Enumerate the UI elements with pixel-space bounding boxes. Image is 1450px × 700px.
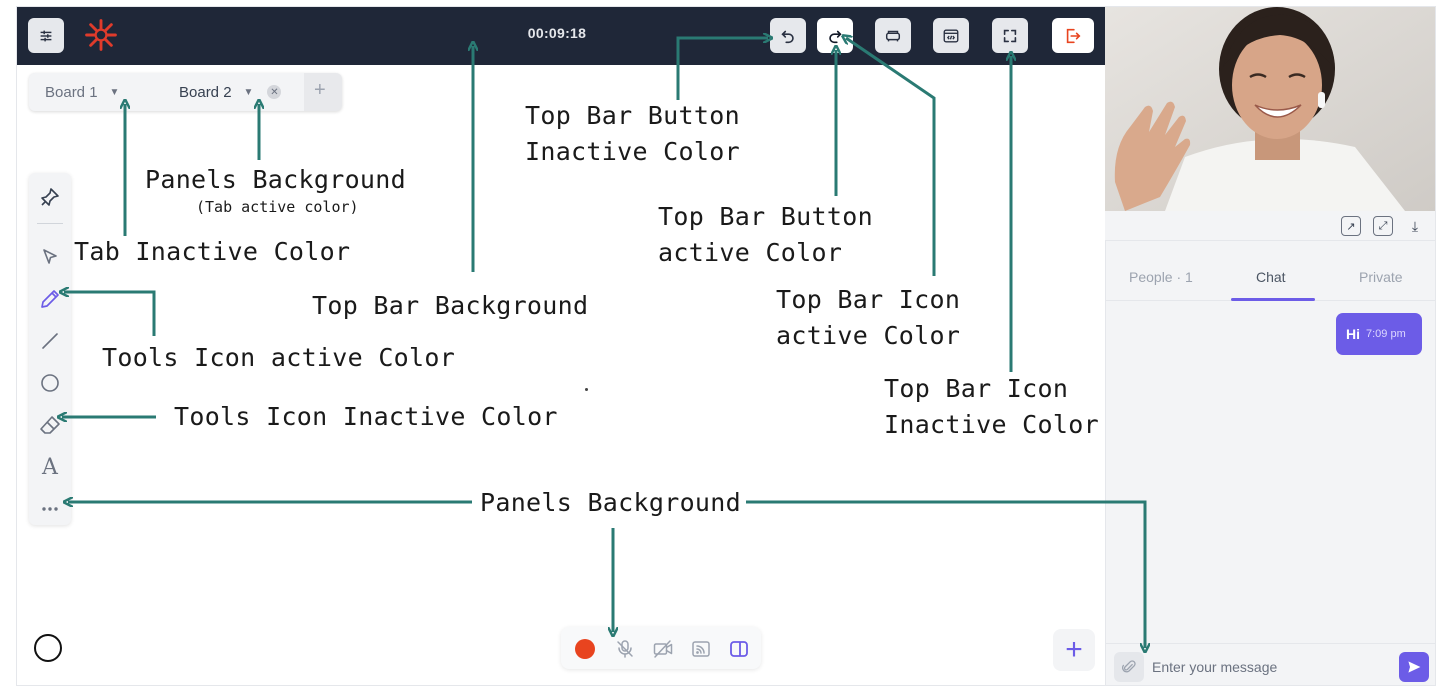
color-picker-button[interactable] <box>34 634 62 662</box>
popout-icon[interactable]: ↗ <box>1341 216 1361 236</box>
camera-off-icon <box>653 640 673 658</box>
line-icon[interactable] <box>38 329 62 353</box>
chat-message: Hi 7:09 pm <box>1336 313 1422 355</box>
pin-icon[interactable] <box>38 185 62 209</box>
undo-button[interactable] <box>770 18 806 53</box>
pen-icon[interactable] <box>38 287 62 311</box>
record-icon <box>575 639 595 659</box>
download-icon[interactable]: ⤓ <box>1405 216 1425 236</box>
annotation-panels-bg-tab: Panels Background <box>145 165 406 194</box>
circle-icon[interactable] <box>38 371 62 395</box>
fullscreen-icon <box>1003 29 1017 42</box>
annotation-topbar-btn-active-2: active Color <box>658 238 843 267</box>
fullscreen-button[interactable] <box>992 18 1028 53</box>
annotation-topbar-icon-inactive-2: Inactive Color <box>884 410 1099 439</box>
annotation-topbar-btn-inactive-1: Top Bar Button <box>525 101 740 130</box>
select-icon[interactable] <box>38 245 62 269</box>
more-icon[interactable] <box>38 497 62 521</box>
chat-tabs: People · 1 Chat Private <box>1106 241 1435 301</box>
undo-icon <box>781 30 794 43</box>
paperclip-icon <box>1122 660 1136 673</box>
annotation-tools-active: Tools Icon active Color <box>102 343 456 372</box>
annotation-topbar-icon-inactive-1: Top Bar Icon <box>884 374 1069 403</box>
expand-icon[interactable]: ⤢ <box>1373 216 1393 236</box>
tab-label: Board 2 <box>179 83 232 101</box>
participant-video-frame <box>1105 7 1435 211</box>
caret-down-icon[interactable]: ▼ <box>244 87 254 98</box>
mic-off-button[interactable] <box>613 637 637 661</box>
sofa-icon <box>885 30 901 41</box>
top-bar: 00:09:18 <box>17 7 1105 65</box>
embed-button[interactable] <box>933 18 969 53</box>
attach-button[interactable] <box>1114 652 1144 682</box>
board-tabs: Board 1 ▼ Board 2 ▼ ✕ + <box>29 73 342 111</box>
settings-button[interactable] <box>28 18 64 53</box>
redo-icon <box>829 30 842 43</box>
message-input[interactable] <box>1152 654 1382 680</box>
annotation-tab-inactive: Tab Inactive Color <box>74 237 351 266</box>
annotation-topbar-icon-active-1: Top Bar Icon <box>776 285 961 314</box>
annotation-panels-bg: Panels Background <box>480 488 741 517</box>
divider <box>37 223 63 224</box>
active-tab-indicator <box>1231 298 1315 301</box>
video-actions: ↗ ⤢ ⤓ <box>1105 211 1435 241</box>
tab-private[interactable]: Private <box>1359 269 1403 285</box>
camera-off-button[interactable] <box>651 637 675 661</box>
text-icon[interactable]: A <box>38 455 62 480</box>
exit-icon <box>1066 28 1081 43</box>
tab-label: Board 1 <box>45 83 98 101</box>
code-window-icon <box>943 28 959 43</box>
sliders-icon <box>40 30 52 41</box>
redo-button[interactable] <box>817 18 853 53</box>
exit-button[interactable] <box>1052 18 1094 53</box>
annotation-topbar-bg: Top Bar Background <box>312 291 589 320</box>
session-timer: 00:09:18 <box>527 25 587 41</box>
tab-chat[interactable]: Chat <box>1256 269 1286 285</box>
send-icon <box>1408 661 1421 673</box>
message-composer <box>1106 643 1435 685</box>
annotation-topbar-icon-active-2: active Color <box>776 321 961 350</box>
message-text: Hi <box>1346 326 1360 342</box>
eraser-icon[interactable] <box>38 413 62 437</box>
close-icon[interactable]: ✕ <box>267 85 282 99</box>
tab-people[interactable]: People · 1 <box>1129 269 1193 285</box>
record-button[interactable] <box>573 637 597 661</box>
annotation-panels-bg-tab-sub: (Tab active color) <box>196 198 359 216</box>
annotation-topbar-btn-inactive-2: Inactive Color <box>525 137 740 166</box>
send-button[interactable] <box>1399 652 1429 682</box>
cast-button[interactable] <box>689 637 713 661</box>
board-view-button[interactable] <box>875 18 911 53</box>
canvas-dot <box>585 388 588 391</box>
annotation-topbar-btn-active-1: Top Bar Button <box>658 202 873 231</box>
tab-board-2[interactable]: Board 2 ▼ ✕ <box>164 73 304 111</box>
tab-board-1[interactable]: Board 1 ▼ <box>29 73 164 111</box>
brand-logo <box>85 19 117 51</box>
chat-panel: People · 1 Chat Private Hi 7:09 pm <box>1105 241 1435 685</box>
split-view-button[interactable] <box>727 637 751 661</box>
media-controls-bar <box>561 627 761 669</box>
annotation-tools-inactive: Tools Icon Inactive Color <box>174 402 558 431</box>
message-time: 7:09 pm <box>1366 328 1406 340</box>
add-button[interactable]: + <box>1053 629 1095 671</box>
participant-video <box>1105 7 1435 211</box>
caret-down-icon[interactable]: ▼ <box>110 87 120 98</box>
mic-off-icon <box>617 640 633 658</box>
split-view-icon <box>730 641 748 657</box>
cast-icon <box>692 641 710 657</box>
tools-panel: A <box>29 173 71 525</box>
add-tab-button[interactable]: + <box>314 79 326 102</box>
